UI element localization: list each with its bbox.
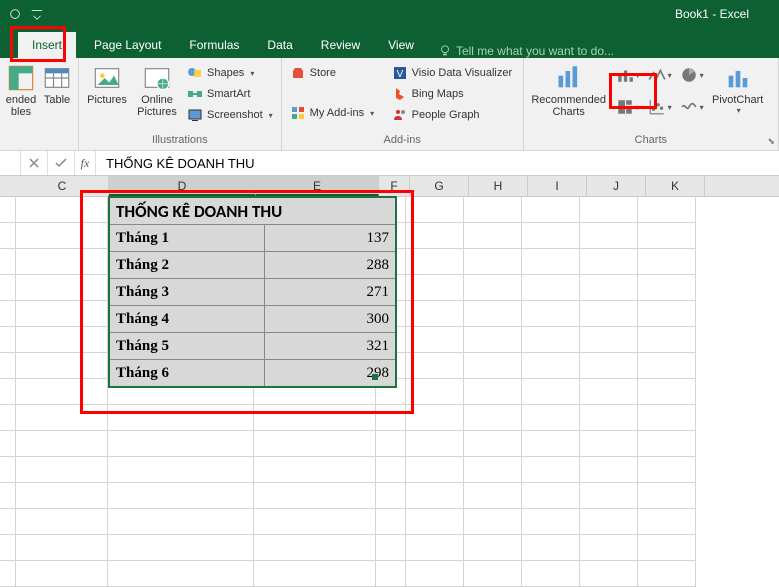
column-headers[interactable]: CDEFGHIJK [0, 176, 779, 197]
rec-charts-icon [555, 64, 583, 92]
col-header-F[interactable]: F [379, 176, 410, 196]
shapes-button[interactable]: Shapes▾ [185, 64, 275, 82]
name-box[interactable] [0, 151, 21, 175]
bing-icon [392, 86, 408, 102]
shapes-icon [187, 65, 203, 81]
group-illustrations: Pictures OnlinePictures Shapes▾ SmartArt… [79, 58, 282, 150]
formula-input[interactable]: THỐNG KÊ DOANH THU [96, 156, 779, 171]
my-addins-button[interactable]: My Add-ins▾ [288, 104, 384, 122]
x-icon [29, 158, 39, 168]
pivot-chart-button[interactable]: PivotChart▾ [712, 62, 764, 115]
screenshot-icon [187, 107, 203, 123]
data-table[interactable]: THỐNG KÊ DOANH THUTháng 1137Tháng 2288Th… [108, 196, 397, 388]
scatter-chart-icon [648, 98, 666, 116]
col-header-J[interactable]: J [587, 176, 646, 196]
qat-dropdown-icon[interactable] [30, 7, 44, 21]
visio-button[interactable]: V Visio Data Visualizer [390, 64, 514, 82]
people-icon [392, 107, 408, 123]
tab-insert[interactable]: Insert [18, 32, 76, 58]
bar-chart-button[interactable]: ▾ [614, 94, 642, 120]
ribbon-tabs: Insert Page Layout Formulas Data Review … [0, 28, 779, 58]
tab-page-layout[interactable]: Page Layout [80, 32, 175, 58]
check-icon [55, 158, 67, 168]
pie-chart-icon [680, 66, 698, 84]
col-header-I[interactable]: I [528, 176, 587, 196]
col-header-D[interactable]: D [109, 176, 256, 196]
line-chart-button[interactable]: ▾ [646, 62, 674, 88]
enter-formula-button[interactable] [48, 151, 75, 175]
pie-chart-button[interactable]: ▾ [678, 62, 706, 88]
sparkline-icon [680, 98, 698, 116]
group-tables: endedbles Table [0, 58, 79, 150]
column-chart-button[interactable]: ▾ [614, 62, 642, 88]
surface-chart-button[interactable]: ▾ [678, 94, 706, 120]
visio-icon: V [392, 65, 408, 81]
recommended-charts-button[interactable]: RecommendedCharts [530, 62, 608, 118]
group-charts: RecommendedCharts ▾ ▾ ▾ ▾ ▾ ▾ PivotChart… [524, 58, 779, 150]
smartart-icon [187, 86, 203, 102]
people-graph-button[interactable]: People Graph [390, 106, 514, 124]
online-pictures-button[interactable]: OnlinePictures [135, 62, 179, 118]
line-chart-icon [648, 66, 666, 84]
column-chart-icon [616, 66, 634, 84]
col-header-G[interactable]: G [410, 176, 469, 196]
touch-mode-icon[interactable] [8, 7, 22, 21]
svg-text:V: V [396, 69, 403, 80]
treemap-icon [616, 98, 634, 116]
formula-bar: fx THỐNG KÊ DOANH THU [0, 151, 779, 176]
smartart-button[interactable]: SmartArt [185, 85, 275, 103]
col-header-H[interactable]: H [469, 176, 528, 196]
online-picture-icon [143, 64, 171, 92]
ribbon: endedbles Table Pictures OnlinePictures [0, 58, 779, 151]
pivotchart-icon [724, 64, 752, 92]
pictures-button[interactable]: Pictures [85, 62, 129, 106]
picture-icon [93, 64, 121, 92]
col-header-E[interactable]: E [256, 176, 379, 196]
addins-icon [290, 105, 306, 121]
col-header-all[interactable] [0, 176, 16, 196]
fx-button[interactable]: fx [75, 151, 96, 175]
cancel-formula-button[interactable] [21, 151, 48, 175]
tab-data[interactable]: Data [253, 32, 306, 58]
store-icon [290, 65, 306, 81]
table-icon [43, 64, 71, 92]
tab-view[interactable]: View [374, 32, 428, 58]
tell-me[interactable]: Tell me what you want to do... [428, 44, 614, 58]
pivot-icon [7, 64, 35, 92]
title-bar: Book1 - Excel [0, 0, 779, 28]
tab-formulas[interactable]: Formulas [175, 32, 253, 58]
bulb-icon [438, 44, 452, 58]
charts-dialog-launcher[interactable]: ⬊ [767, 136, 775, 147]
quick-access-toolbar [0, 7, 44, 21]
recommended-tables-button[interactable]: endedbles [6, 62, 36, 118]
tab-review[interactable]: Review [307, 32, 374, 58]
screenshot-button[interactable]: Screenshot▾ [185, 106, 275, 124]
scatter-chart-button[interactable]: ▾ [646, 94, 674, 120]
col-header-C[interactable]: C [16, 176, 109, 196]
spreadsheet-grid[interactable]: CDEFGHIJK THỐNG KÊ DOANH THUTháng 1137Th… [0, 176, 779, 587]
col-header-K[interactable]: K [646, 176, 705, 196]
window-title: Book1 - Excel [675, 0, 749, 28]
bing-maps-button[interactable]: Bing Maps [390, 85, 514, 103]
store-button[interactable]: Store [288, 64, 384, 82]
group-addins: Store My Add-ins▾ V Visio Data Visualize… [282, 58, 524, 150]
table-button[interactable]: Table [42, 62, 72, 106]
